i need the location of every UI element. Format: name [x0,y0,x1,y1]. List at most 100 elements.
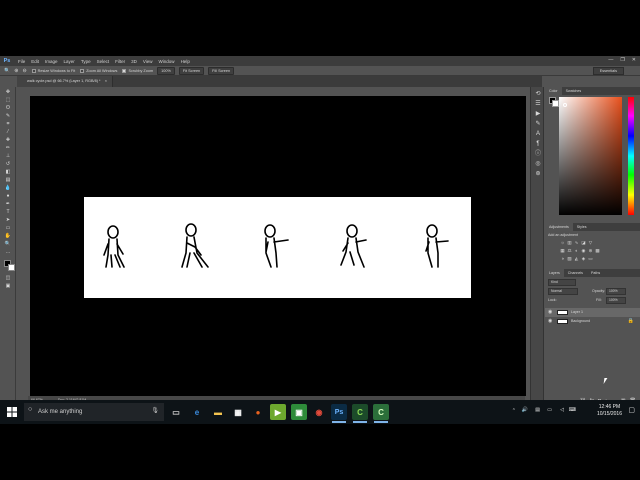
blur-tool-icon[interactable]: 💧 [3,185,13,192]
selective-color-icon[interactable]: ◈ [581,256,586,261]
file-explorer-icon[interactable]: ▬ [210,404,226,420]
fit-screen-button[interactable]: Fit Screen [178,66,205,75]
clock[interactable]: 12:46 PM 10/15/2016 [597,404,622,418]
color-picker-field[interactable] [559,97,622,215]
cortana-search-box[interactable]: ○ Ask me anything 🎙 [24,403,164,421]
color-balance-icon[interactable]: ⚖ [567,248,572,253]
gradient-map-icon[interactable]: ▭ [588,256,593,261]
start-button[interactable] [0,400,24,424]
navigator-icon[interactable]: ◎ [534,160,542,168]
menu-view[interactable]: View [143,59,153,64]
dodge-tool-icon[interactable]: ● [3,193,13,200]
layer-row-layer-1[interactable]: ◉ Layer 1 [545,308,640,317]
fill-input[interactable]: 100% [606,297,626,304]
channel-mixer-icon[interactable]: ⊛ [588,248,593,253]
action-center-icon[interactable]: ▢ [628,406,635,414]
shape-tool-icon[interactable]: ▭ [3,225,13,232]
history-icon[interactable]: ⟲ [534,90,542,98]
keyboard-icon[interactable]: ⌨ [569,407,576,413]
history-brush-icon[interactable]: ↺ [3,161,13,168]
layer-row-background[interactable]: ◉ Background 🔒 [545,317,640,326]
minimize-icon[interactable]: — [608,57,613,63]
vibrance-icon[interactable]: ▽ [588,240,593,245]
restore-icon[interactable]: ❐ [620,57,624,63]
levels-icon[interactable]: ▥ [567,240,572,245]
tab-layers[interactable]: Layers [545,269,564,277]
brush-presets-icon[interactable]: ✎ [534,120,542,128]
menu-file[interactable]: File [18,59,25,64]
quick-select-tool-icon[interactable]: ✎ [3,113,13,120]
color-picker-cursor[interactable] [563,103,567,107]
green-app-icon[interactable]: ▣ [291,404,307,420]
pen-tool-icon[interactable]: ✒ [3,201,13,208]
photoshop-taskbar-icon[interactable]: Ps [331,404,347,423]
info-icon[interactable]: ⓘ [534,150,542,158]
photo-filter-icon[interactable]: ◉ [581,248,586,253]
posterize-icon[interactable]: ▧ [567,256,572,261]
menu-window[interactable]: Window [159,59,175,64]
microphone-icon[interactable]: 🎙 [151,407,159,414]
paragraph-icon[interactable]: ¶ [534,140,542,148]
tab-color[interactable]: Color [545,87,562,95]
path-select-icon[interactable]: ➤ [3,217,13,224]
menu-image[interactable]: Image [45,59,58,64]
document-tab[interactable]: walk cycle.psd @ 66.7% (Layer 1, RGB/8) … [17,76,113,87]
menu-type[interactable]: Type [81,59,91,64]
close-icon[interactable]: × [105,76,107,87]
invert-icon[interactable]: ◑ [560,256,565,261]
show-hidden-icons[interactable]: ⌃ [512,408,516,414]
brightness-icon[interactable]: ☼ [560,240,565,245]
clone-stamp-icon[interactable]: ⊥ [3,153,13,160]
hue-slider[interactable] [628,97,634,215]
actions-icon[interactable]: ▶ [534,110,542,118]
document-canvas[interactable] [84,197,471,298]
move-tool-icon[interactable]: ✥ [3,89,13,96]
black-white-icon[interactable]: ◐ [574,248,579,253]
menu-select[interactable]: Select [97,59,110,64]
zoom-out-icon[interactable]: ⊖ [22,68,26,74]
chrome-icon[interactable]: ◉ [311,404,327,420]
task-view-icon[interactable]: ▭ [168,404,184,420]
lasso-tool-icon[interactable]: ʘ [3,105,13,112]
store-icon[interactable]: ▦ [230,404,246,420]
camtasia-recorder-icon[interactable]: ▶ [270,404,286,420]
threshold-icon[interactable]: ◭ [574,256,579,261]
color-lookup-icon[interactable]: ▩ [595,248,600,253]
menu-edit[interactable]: Edit [31,59,39,64]
exposure-icon[interactable]: ◪ [581,240,586,245]
quick-mask-icon[interactable]: ◫ [3,275,13,282]
eye-icon[interactable]: ◉ [548,318,552,324]
edge-browser-icon[interactable]: e [189,404,205,420]
camtasia-studio-icon[interactable]: C [373,404,389,423]
speaker-icon[interactable]: ◁ [560,407,564,413]
eyedropper-tool-icon[interactable]: ⁄ [3,129,13,136]
blend-mode-select[interactable]: Normal [548,288,578,295]
background-color-swatch[interactable] [552,100,559,107]
scrubby-zoom-checkbox[interactable]: Scrubby Zoom [122,68,153,73]
more-tools-icon[interactable]: … [3,249,13,256]
fill-screen-button[interactable]: Fill Screen [208,66,235,75]
clone-source-icon[interactable]: ⊛ [534,170,542,178]
tab-channels[interactable]: Channels [564,271,587,275]
screen-mode-icon[interactable]: ▣ [3,283,13,290]
properties-icon[interactable]: ☰ [534,100,542,108]
eye-icon[interactable]: ◉ [548,309,552,315]
tab-adjustments[interactable]: Adjustments [545,223,573,231]
hue-saturation-icon[interactable]: ▦ [560,248,565,253]
zoom-all-windows-checkbox[interactable]: Zoom All Windows [80,68,117,73]
menu-layer[interactable]: Layer [64,59,75,64]
zoom-tool-icon[interactable]: 🔍 [3,241,13,248]
background-color-swatch[interactable] [8,264,15,271]
close-icon[interactable]: ✕ [632,57,636,63]
menu-3d[interactable]: 3D [131,59,137,64]
menu-filter[interactable]: Filter [115,59,125,64]
menu-help[interactable]: Help [181,59,190,64]
tab-styles[interactable]: Styles [573,225,591,229]
volume-tray-icon[interactable]: 🔊 [522,407,528,413]
hand-tool-icon[interactable]: ✋ [3,233,13,240]
zoom-100-button[interactable]: 100% [157,66,175,75]
layer-filter-kind[interactable]: Kind [548,279,576,286]
brush-tool-icon[interactable]: ✏ [3,145,13,152]
tab-paths[interactable]: Paths [587,271,604,275]
camtasia-taskbar-icon[interactable]: C [352,404,368,423]
